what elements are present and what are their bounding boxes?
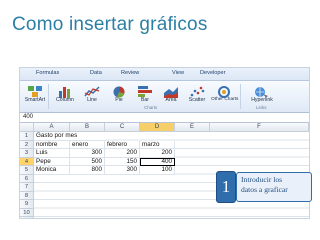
cell-c2[interactable]: febrero [105,140,140,149]
column-header-e[interactable]: E [175,123,210,132]
tab-developer[interactable]: Developer [200,70,226,76]
pie-chart-icon [111,83,127,98]
name-box[interactable]: 400 [23,114,33,120]
scatter-chart-icon [189,83,205,97]
group-label-charts: Charts [144,105,158,110]
smartart-icon [27,83,43,97]
select-all-corner[interactable] [20,123,34,132]
row-header[interactable]: 10 [20,208,34,217]
column-header-c[interactable]: C [105,123,140,132]
callout-line-1: Introducir los [241,175,283,184]
area-chart-button[interactable]: Area [159,83,183,109]
column-header-a[interactable]: A [34,123,70,132]
cell-d3[interactable]: 200 [140,149,175,158]
column-chart-icon [57,83,73,98]
cell-a4[interactable]: Pepe [34,157,70,166]
column-header-f[interactable]: F [210,123,309,132]
row-header[interactable]: 5 [20,166,34,175]
formula-bar: 400 [20,113,309,123]
cell-a1[interactable]: Gasto por mes [34,132,106,141]
column-chart-button[interactable]: Column [53,83,77,109]
ribbon-tabs: Formulas Data Review View Developer [20,68,309,81]
row-header[interactable]: 6 [20,174,34,183]
row-header[interactable]: 8 [20,191,34,200]
slide-title: Como insertar gráficos [12,14,208,35]
cell-d4-selected[interactable]: 400 [140,157,175,166]
ribbon-separator [48,84,49,109]
cell-b5[interactable]: 800 [70,166,105,175]
scatter-chart-button[interactable]: Scatter [185,83,209,109]
cell-a5[interactable]: Monica [34,166,70,175]
hyperlink-icon [254,83,270,98]
step-number-badge: 1 [216,171,236,203]
column-header-d[interactable]: D [140,123,175,132]
cell-c5[interactable]: 300 [105,166,140,175]
cell-b3[interactable]: 300 [70,149,105,158]
row-header[interactable]: 1 [20,132,34,141]
callout-line-2: datos a graficar [241,184,288,194]
row-header[interactable]: 3 [20,149,34,158]
row-header[interactable]: 11 [20,217,34,218]
row-header[interactable]: 9 [20,200,34,209]
bar-chart-icon [137,83,153,97]
area-chart-icon [163,83,179,98]
cell-c4[interactable]: 150 [105,157,140,166]
cell-b4[interactable]: 500 [70,157,105,166]
row-header[interactable]: 2 [20,140,34,149]
row-header[interactable]: 4 [20,157,34,166]
cell-a3[interactable]: Luis [34,149,70,158]
cell-a2[interactable]: nombre [34,140,70,149]
cell-c3[interactable]: 200 [105,149,140,158]
row-header[interactable]: 7 [20,183,34,192]
line-chart-icon [84,83,100,97]
pie-chart-button[interactable]: Pie [107,83,131,109]
cell-d5[interactable]: 100 [140,166,175,175]
group-label-links: Links [256,105,267,110]
ribbon-separator [240,84,241,109]
smartart-button[interactable]: SmartArt [23,83,47,109]
other-charts-button[interactable]: Other Charts [211,83,238,109]
tab-review[interactable]: Review [121,70,139,76]
tab-data[interactable]: Data [90,70,102,76]
cell-d2[interactable]: marzo [140,140,175,149]
ribbon-insert: SmartArt Column Line Pie Bar Area Scatte… [20,81,309,113]
other-charts-icon [216,83,232,98]
column-header-b[interactable]: B [70,123,105,132]
instruction-callout: Introducir los datos a graficar [236,172,312,202]
line-chart-button[interactable]: Line [80,83,104,109]
cell-b2[interactable]: enero [70,140,105,149]
tab-view[interactable]: View [172,70,184,76]
tab-formulas[interactable]: Formulas [36,70,59,76]
